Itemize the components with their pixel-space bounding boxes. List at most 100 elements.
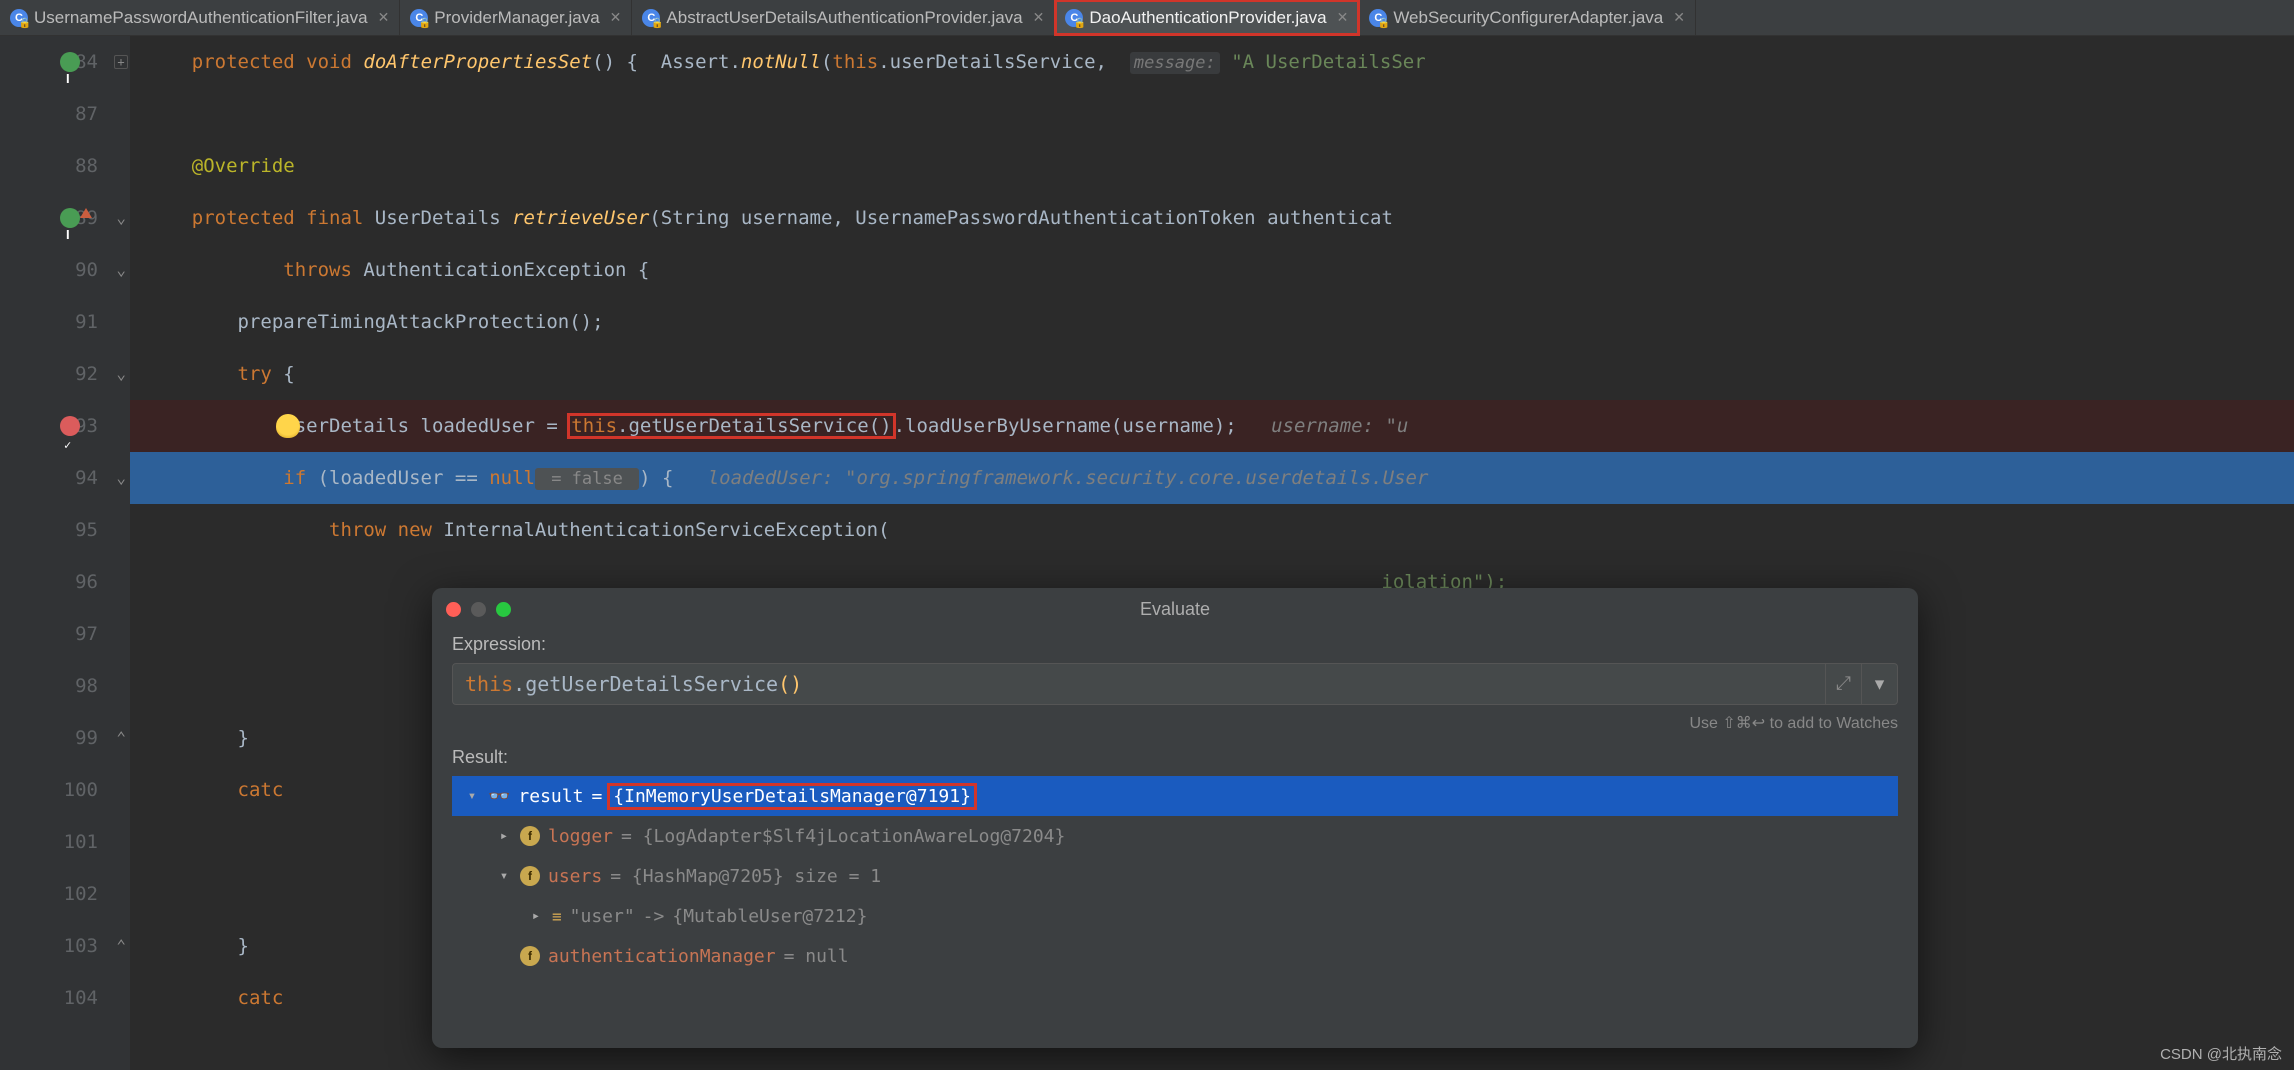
expression-input[interactable]: this.getUserDetailsService(): [452, 663, 1826, 705]
java-class-icon: C🔒: [642, 9, 660, 27]
fold-collapse-icon[interactable]: ⌄: [116, 192, 126, 244]
implements-gutter-icon[interactable]: [60, 208, 80, 228]
chevron-right-icon[interactable]: ▸: [528, 908, 544, 924]
tab-abstract-user-details-provider[interactable]: C🔒 AbstractUserDetailsAuthenticationProv…: [632, 0, 1055, 35]
code-line-94[interactable]: if (loadedUser == null = false ) { loade…: [130, 452, 2294, 504]
tab-label: AbstractUserDetailsAuthenticationProvide…: [666, 8, 1022, 28]
field-icon: f: [520, 866, 540, 886]
close-icon[interactable]: ✕: [1033, 9, 1045, 26]
gutter-line-88[interactable]: 88: [0, 140, 130, 192]
field-icon: f: [520, 826, 540, 846]
fold-expand-icon[interactable]: ⌃: [116, 712, 126, 764]
gutter-line-103[interactable]: 103⌃: [0, 920, 130, 972]
gutter-line-97[interactable]: 97: [0, 608, 130, 660]
gutter-line-102[interactable]: 102: [0, 868, 130, 920]
expression-label: Expression:: [452, 634, 1898, 655]
editor-tab-bar: C🔒 UsernamePasswordAuthenticationFilter.…: [0, 0, 2294, 36]
result-users-row[interactable]: ▾ f users = {HashMap@7205} size = 1: [452, 856, 1898, 896]
gutter: 84 + 87 88 89 ⌄ 90⌄ 91 92⌄ 93 ✓ 94⌄ 95 9…: [0, 36, 130, 1070]
fold-plus-icon[interactable]: +: [114, 55, 128, 69]
gutter-line-89[interactable]: 89 ⌄: [0, 192, 130, 244]
breakpoint-icon[interactable]: ✓: [60, 416, 80, 436]
add-to-watches-hint: Use ⇧⌘↩ to add to Watches: [452, 713, 1898, 733]
field-value: = {LogAdapter$Slf4jLocationAwareLog@7204…: [621, 826, 1065, 847]
field-value: = {HashMap@7205} size = 1: [610, 866, 881, 887]
override-gutter-icon[interactable]: [60, 52, 80, 72]
code-line-90[interactable]: throws AuthenticationException {: [130, 244, 2294, 296]
gutter-line-93[interactable]: 93 ✓: [0, 400, 130, 452]
gutter-line-100[interactable]: 100: [0, 764, 130, 816]
fold-collapse-icon[interactable]: ⌄: [116, 348, 126, 400]
code-line-89[interactable]: protected final UserDetails retrieveUser…: [130, 192, 2294, 244]
field-name: users: [548, 866, 602, 887]
field-name: logger: [548, 826, 613, 847]
fold-collapse-icon[interactable]: ⌄: [116, 452, 126, 504]
result-logger-row[interactable]: ▸ f logger = {LogAdapter$Slf4jLocationAw…: [452, 816, 1898, 856]
chevron-right-icon[interactable]: ▸: [496, 828, 512, 844]
result-root-value: {InMemoryUserDetailsManager@7191}: [610, 786, 974, 807]
gutter-line-91[interactable]: 91: [0, 296, 130, 348]
expand-expression-button[interactable]: ⤢: [1826, 663, 1862, 705]
gutter-line-101[interactable]: 101: [0, 816, 130, 868]
close-icon[interactable]: ✕: [378, 9, 390, 26]
close-icon[interactable]: ✕: [1337, 9, 1349, 26]
code-line-91[interactable]: prepareTimingAttackProtection();: [130, 296, 2294, 348]
gutter-line-104[interactable]: 104: [0, 972, 130, 1024]
field-value: = null: [784, 946, 849, 967]
java-class-icon: C🔒: [1369, 9, 1387, 27]
result-user-entry-row[interactable]: ▸ ≡ "user" -> {MutableUser@7212}: [452, 896, 1898, 936]
code-line-93[interactable]: UserDetails loadedUser = this.getUserDet…: [130, 400, 2294, 452]
code-line-87[interactable]: [130, 88, 2294, 140]
tab-label: ProviderManager.java: [434, 8, 599, 28]
map-value: {MutableUser@7212}: [672, 906, 867, 927]
java-class-icon: C🔒: [410, 9, 428, 27]
watermark: CSDN @北执南念: [2160, 1043, 2282, 1064]
java-class-icon: C🔒: [10, 9, 28, 27]
gutter-line-90[interactable]: 90⌄: [0, 244, 130, 296]
result-root-row[interactable]: ▾ 👓 result = {InMemoryUserDetailsManager…: [452, 776, 1898, 816]
close-icon[interactable]: ✕: [1673, 9, 1685, 26]
expression-history-dropdown[interactable]: ▾: [1862, 663, 1898, 705]
chevron-down-icon[interactable]: ▾: [496, 868, 512, 884]
intention-bulb-icon[interactable]: [276, 414, 300, 438]
gutter-line-98[interactable]: 98: [0, 660, 130, 712]
tab-dao-authentication-provider[interactable]: C🔒 DaoAuthenticationProvider.java ✕: [1055, 0, 1359, 35]
result-tree: ▾ 👓 result = {InMemoryUserDetailsManager…: [452, 776, 1898, 976]
fold-collapse-icon[interactable]: ⌄: [116, 244, 126, 296]
zoom-window-button[interactable]: [496, 602, 511, 617]
gutter-line-92[interactable]: 92⌄: [0, 348, 130, 400]
dialog-titlebar[interactable]: Evaluate: [432, 588, 1918, 630]
code-line-88[interactable]: @Override: [130, 140, 2294, 192]
map-key: "user": [570, 906, 635, 927]
field-icon: f: [520, 946, 540, 966]
gutter-line-99[interactable]: 99⌃: [0, 712, 130, 764]
tab-label: WebSecurityConfigurerAdapter.java: [1393, 8, 1663, 28]
close-window-button[interactable]: [446, 602, 461, 617]
result-label: Result:: [452, 747, 1898, 768]
fold-expand-icon[interactable]: ⌃: [116, 920, 126, 972]
dialog-body: Expression: this.getUserDetailsService()…: [432, 630, 1918, 980]
tab-web-security-configurer-adapter[interactable]: C🔒 WebSecurityConfigurerAdapter.java ✕: [1359, 0, 1696, 35]
window-controls: [446, 602, 511, 617]
gutter-line-96[interactable]: 96: [0, 556, 130, 608]
gutter-line-87[interactable]: 87: [0, 88, 130, 140]
code-line-92[interactable]: try {: [130, 348, 2294, 400]
tab-label: UsernamePasswordAuthenticationFilter.jav…: [34, 8, 368, 28]
tab-username-password-filter[interactable]: C🔒 UsernamePasswordAuthenticationFilter.…: [0, 0, 400, 35]
chevron-down-icon[interactable]: ▾: [464, 788, 480, 804]
minimize-window-button[interactable]: [471, 602, 486, 617]
gutter-line-95[interactable]: 95: [0, 504, 130, 556]
gutter-line-84[interactable]: 84 +: [0, 36, 130, 88]
dialog-title: Evaluate: [1140, 599, 1210, 620]
evaluate-dialog: Evaluate Expression: this.getUserDetails…: [432, 588, 1918, 1048]
expression-row: this.getUserDetailsService() ⤢ ▾: [452, 663, 1898, 705]
close-icon[interactable]: ✕: [610, 9, 622, 26]
code-line-84[interactable]: protected void doAfterPropertiesSet() { …: [130, 36, 2294, 88]
code-line-95[interactable]: throw new InternalAuthenticationServiceE…: [130, 504, 2294, 556]
result-root-label: result: [518, 786, 583, 807]
arrow-up-icon: [80, 208, 92, 218]
gutter-line-94[interactable]: 94⌄: [0, 452, 130, 504]
tab-provider-manager[interactable]: C🔒 ProviderManager.java ✕: [400, 0, 632, 35]
result-glasses-icon: 👓: [488, 786, 510, 807]
result-auth-manager-row[interactable]: ▸ f authenticationManager = null: [452, 936, 1898, 976]
